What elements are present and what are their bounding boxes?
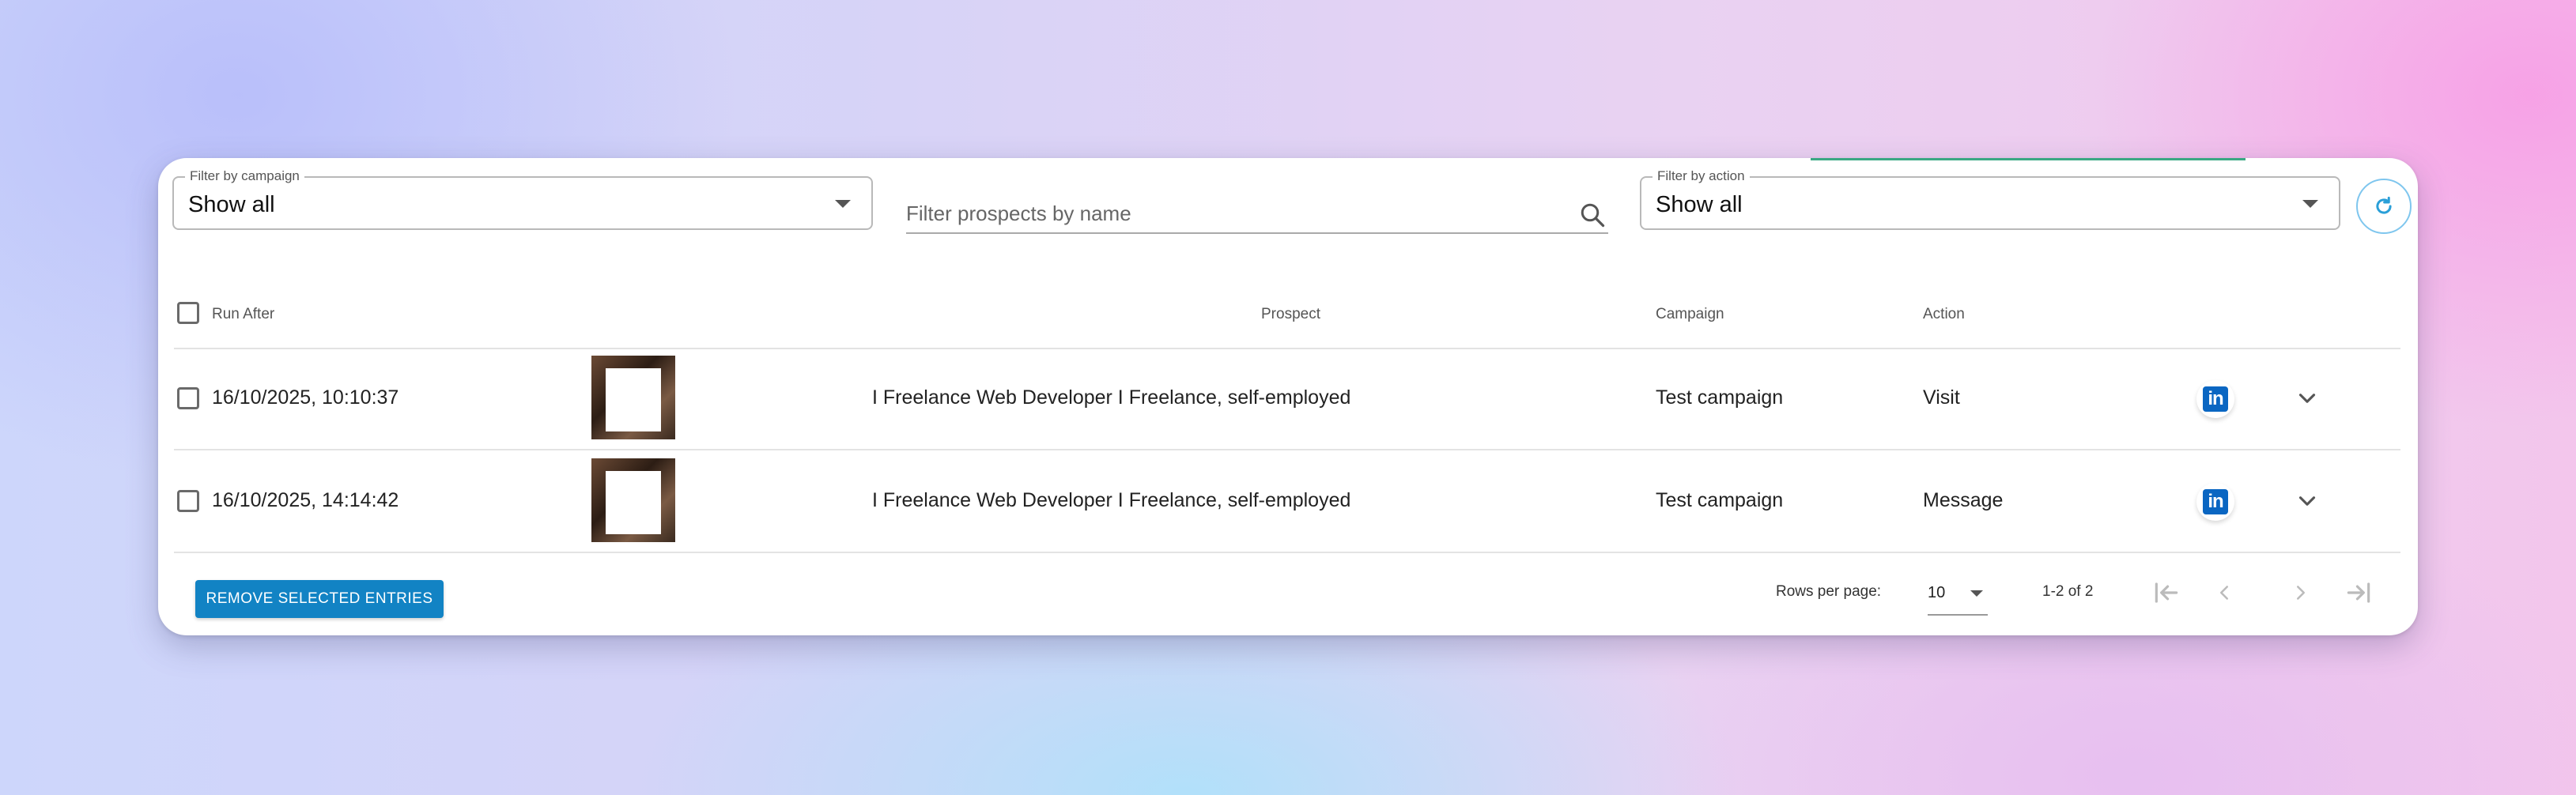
campaign-cell: Test campaign — [1656, 489, 1784, 511]
rows-per-page-label: Rows per page: — [1776, 583, 1882, 600]
select-all-checkbox[interactable] — [177, 302, 199, 324]
chevron-right-icon — [2297, 586, 2305, 600]
action-cell: Message — [1923, 489, 2004, 511]
prospect-avatar — [591, 458, 675, 542]
progress-accent-line — [1811, 158, 2246, 160]
column-header-action: Action — [1923, 306, 1965, 322]
rows-per-page-value: 10 — [1928, 584, 1946, 601]
column-header-campaign: Campaign — [1656, 306, 1724, 322]
table-header: Run After Prospect Campaign Action — [174, 284, 2400, 349]
campaign-cell: Test campaign — [1656, 386, 1784, 409]
first-page-button[interactable] — [2148, 575, 2185, 611]
prospect-search-field — [906, 196, 1608, 234]
prospect-avatar — [591, 356, 675, 439]
column-header-prospect: Prospect — [1261, 306, 1320, 322]
refresh-icon — [2376, 196, 2392, 214]
last-page-icon — [2347, 582, 2370, 603]
linkedin-profile-button[interactable]: in — [2196, 483, 2234, 521]
linkedin-profile-button[interactable]: in — [2196, 380, 2234, 418]
action-cell: Visit — [1923, 386, 1960, 409]
prospect-cell: I Freelance Web Developer I Freelance, s… — [872, 386, 1351, 409]
prospect-search-input[interactable] — [906, 199, 1539, 228]
campaign-filter-label: Filter by campaign — [185, 168, 304, 184]
prospect-cell: I Freelance Web Developer I Freelance, s… — [872, 489, 1351, 511]
table-row[interactable]: 16/10/2025, 10:10:37 I Freelance Web Dev… — [174, 348, 2400, 450]
column-header-run-after: Run After — [212, 306, 275, 322]
previous-page-button[interactable] — [2206, 575, 2242, 611]
run-after-cell: 16/10/2025, 10:10:37 — [212, 386, 399, 409]
prospects-queue-card: Filter by campaign Show all Filter by ac… — [158, 158, 2418, 635]
row-checkbox[interactable] — [177, 490, 199, 512]
next-page-button[interactable] — [2283, 575, 2319, 611]
last-page-button[interactable] — [2340, 575, 2377, 611]
table-row[interactable]: 16/10/2025, 14:14:42 I Freelance Web Dev… — [174, 450, 2400, 553]
run-after-cell: 16/10/2025, 14:14:42 — [212, 489, 399, 511]
rows-per-page-select[interactable]: 10 — [1928, 575, 1988, 616]
dropdown-caret-icon — [1970, 590, 1983, 597]
remove-selected-entries-button[interactable]: REMOVE SELECTED ENTRIES — [195, 580, 444, 618]
campaign-filter-value: Show all — [188, 192, 275, 217]
dropdown-caret-icon — [2302, 200, 2318, 208]
chevron-left-icon — [2220, 586, 2228, 600]
action-filter-value: Show all — [1656, 192, 1743, 217]
search-icon[interactable] — [1578, 201, 1607, 229]
action-filter-label: Filter by action — [1652, 168, 1750, 184]
action-filter-select[interactable]: Filter by action Show all — [1640, 168, 2340, 230]
pagination-range: 1-2 of 2 — [2042, 583, 2094, 600]
linkedin-icon: in — [2203, 386, 2228, 412]
campaign-filter-select[interactable]: Filter by campaign Show all — [172, 168, 873, 230]
chevron-down-icon[interactable] — [2294, 385, 2321, 412]
linkedin-icon: in — [2203, 489, 2228, 514]
dropdown-caret-icon — [835, 200, 851, 208]
first-page-icon — [2155, 582, 2178, 603]
row-checkbox[interactable] — [177, 387, 199, 409]
refresh-button[interactable] — [2356, 179, 2412, 234]
chevron-down-icon[interactable] — [2294, 488, 2321, 514]
